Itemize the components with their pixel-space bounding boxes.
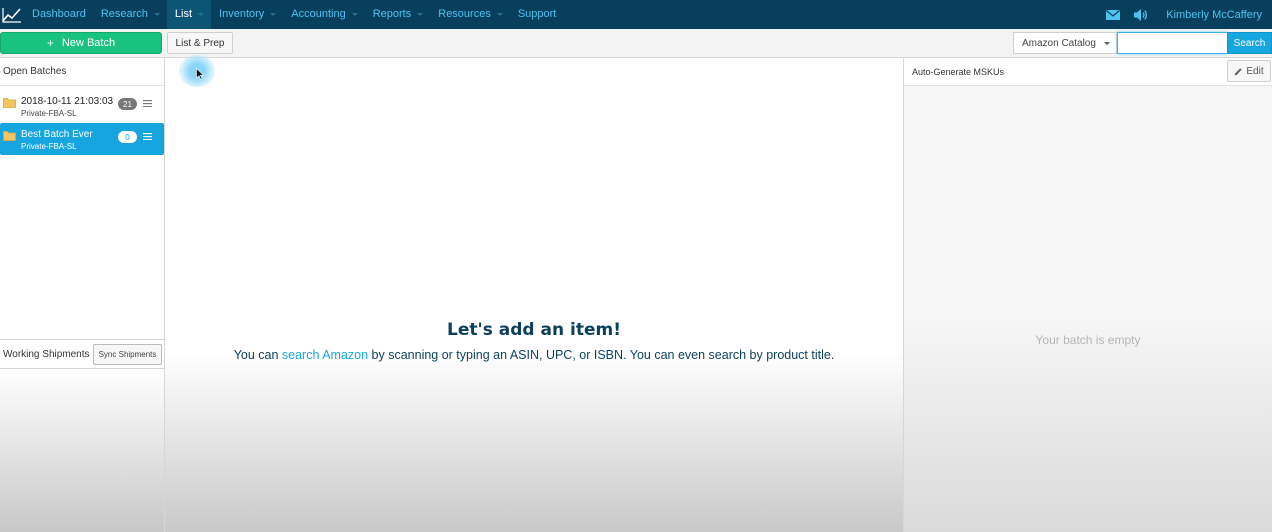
nav-inventory[interactable]: Inventory [211, 0, 283, 29]
nav-resources-label: Resources [438, 8, 491, 20]
batch-subtitle: Private-FBA-SL [21, 109, 77, 118]
mouse-pointer-icon [196, 68, 204, 80]
batch-text: Best Batch Ever Private-FBA-SL [21, 128, 164, 153]
nav-list[interactable]: List [166, 0, 212, 29]
working-shipments-list [0, 369, 164, 532]
nav-reports-label: Reports [372, 8, 412, 20]
search-amazon-link[interactable]: search Amazon [282, 348, 368, 362]
folder-icon [3, 131, 16, 141]
chart-logo-icon[interactable] [0, 0, 24, 29]
empty-desc-suffix: by scanning or typing an ASIN, UPC, or I… [368, 348, 835, 362]
nav-research[interactable]: Research [93, 0, 167, 29]
edit-label: Edit [1246, 65, 1264, 77]
count-badge: 0 [118, 131, 137, 143]
edit-button[interactable]: Edit [1227, 60, 1271, 82]
left-sidebar: Open Batches 2018-10-11 21:03:03 Private… [0, 58, 165, 532]
empty-desc-prefix: You can [233, 348, 282, 362]
batch-subtitle: Private-FBA-SL [21, 142, 77, 151]
batch-item[interactable]: 2018-10-11 21:03:03 Private-FBA-SL 21 [0, 90, 164, 122]
search-button-label: Search [1233, 37, 1266, 49]
user-menu[interactable]: Kimberly McCaffery [1158, 9, 1272, 21]
chevron-down-icon [198, 13, 205, 16]
chevron-down-icon [417, 13, 424, 16]
toolbar: + New Batch List & Prep Amazon Catalog S… [0, 29, 1272, 58]
open-batches-title: Open Batches [3, 66, 67, 77]
nav-dashboard-label: Dashboard [32, 8, 86, 20]
pencil-icon [1235, 67, 1243, 75]
working-shipments-header: Working Shipments Sync Shipments [0, 339, 164, 369]
empty-batch-text: Your batch is empty [1035, 333, 1141, 347]
working-shipments-title: Working Shipments [3, 348, 90, 360]
nav-reports[interactable]: Reports [365, 0, 431, 29]
auto-msku-header: Auto-Generate MSKUs [904, 58, 1272, 86]
catalog-select[interactable]: Amazon Catalog [1013, 32, 1117, 54]
catalog-select-value: Amazon Catalog [1022, 37, 1096, 49]
auto-msku-title: Auto-Generate MSKUs [912, 66, 1005, 77]
main-content: Let's add an item! You can search Amazon… [165, 55, 903, 532]
plus-icon: + [46, 36, 54, 50]
chevron-down-icon [351, 13, 358, 16]
batch-item-selected[interactable]: Best Batch Ever Private-FBA-SL 0 [0, 123, 164, 155]
nav-support[interactable]: Support [510, 0, 564, 29]
open-batches-header: Open Batches [0, 58, 164, 86]
batch-text: 2018-10-11 21:03:03 Private-FBA-SL [21, 95, 164, 120]
top-navigation: Dashboard Research List Inventory Accoun… [0, 0, 1272, 29]
speaker-icon[interactable] [1130, 0, 1152, 29]
search-input[interactable] [1117, 32, 1228, 54]
nav-support-label: Support [517, 8, 557, 20]
nav-inventory-label: Inventory [219, 8, 265, 20]
sync-shipments-button[interactable]: Sync Shipments [93, 344, 162, 365]
nav-dashboard[interactable]: Dashboard [24, 0, 93, 29]
nav-resources[interactable]: Resources [430, 0, 510, 29]
nav-list-label: List [174, 8, 193, 20]
chevron-down-icon [270, 13, 277, 16]
folder-icon [3, 98, 16, 108]
mail-icon[interactable] [1102, 0, 1124, 29]
nav-right-group: Kimberly McCaffery [1102, 0, 1272, 29]
batch-panel: Auto-Generate MSKUs Edit Your batch is e… [903, 58, 1272, 532]
chevron-down-icon [496, 13, 503, 16]
hamburger-menu-icon[interactable] [143, 100, 152, 107]
list-prep-label: List & Prep [175, 37, 225, 49]
chevron-down-icon [153, 13, 160, 16]
chevron-down-icon [1104, 42, 1110, 45]
nav-accounting[interactable]: Accounting [283, 0, 364, 29]
hamburger-menu-icon[interactable] [143, 133, 152, 140]
list-prep-button[interactable]: List & Prep [167, 32, 233, 54]
new-batch-label: New Batch [61, 37, 116, 49]
nav-research-label: Research [100, 8, 148, 20]
count-badge: 21 [118, 98, 137, 110]
empty-state-title: Let's add an item! [447, 320, 621, 340]
empty-state-description: You can search Amazon by scanning or typ… [165, 348, 903, 362]
new-batch-button[interactable]: + New Batch [0, 32, 162, 54]
sync-shipments-label: Sync Shipments [98, 350, 157, 359]
nav-accounting-label: Accounting [291, 8, 346, 20]
search-button[interactable]: Search [1227, 32, 1272, 54]
